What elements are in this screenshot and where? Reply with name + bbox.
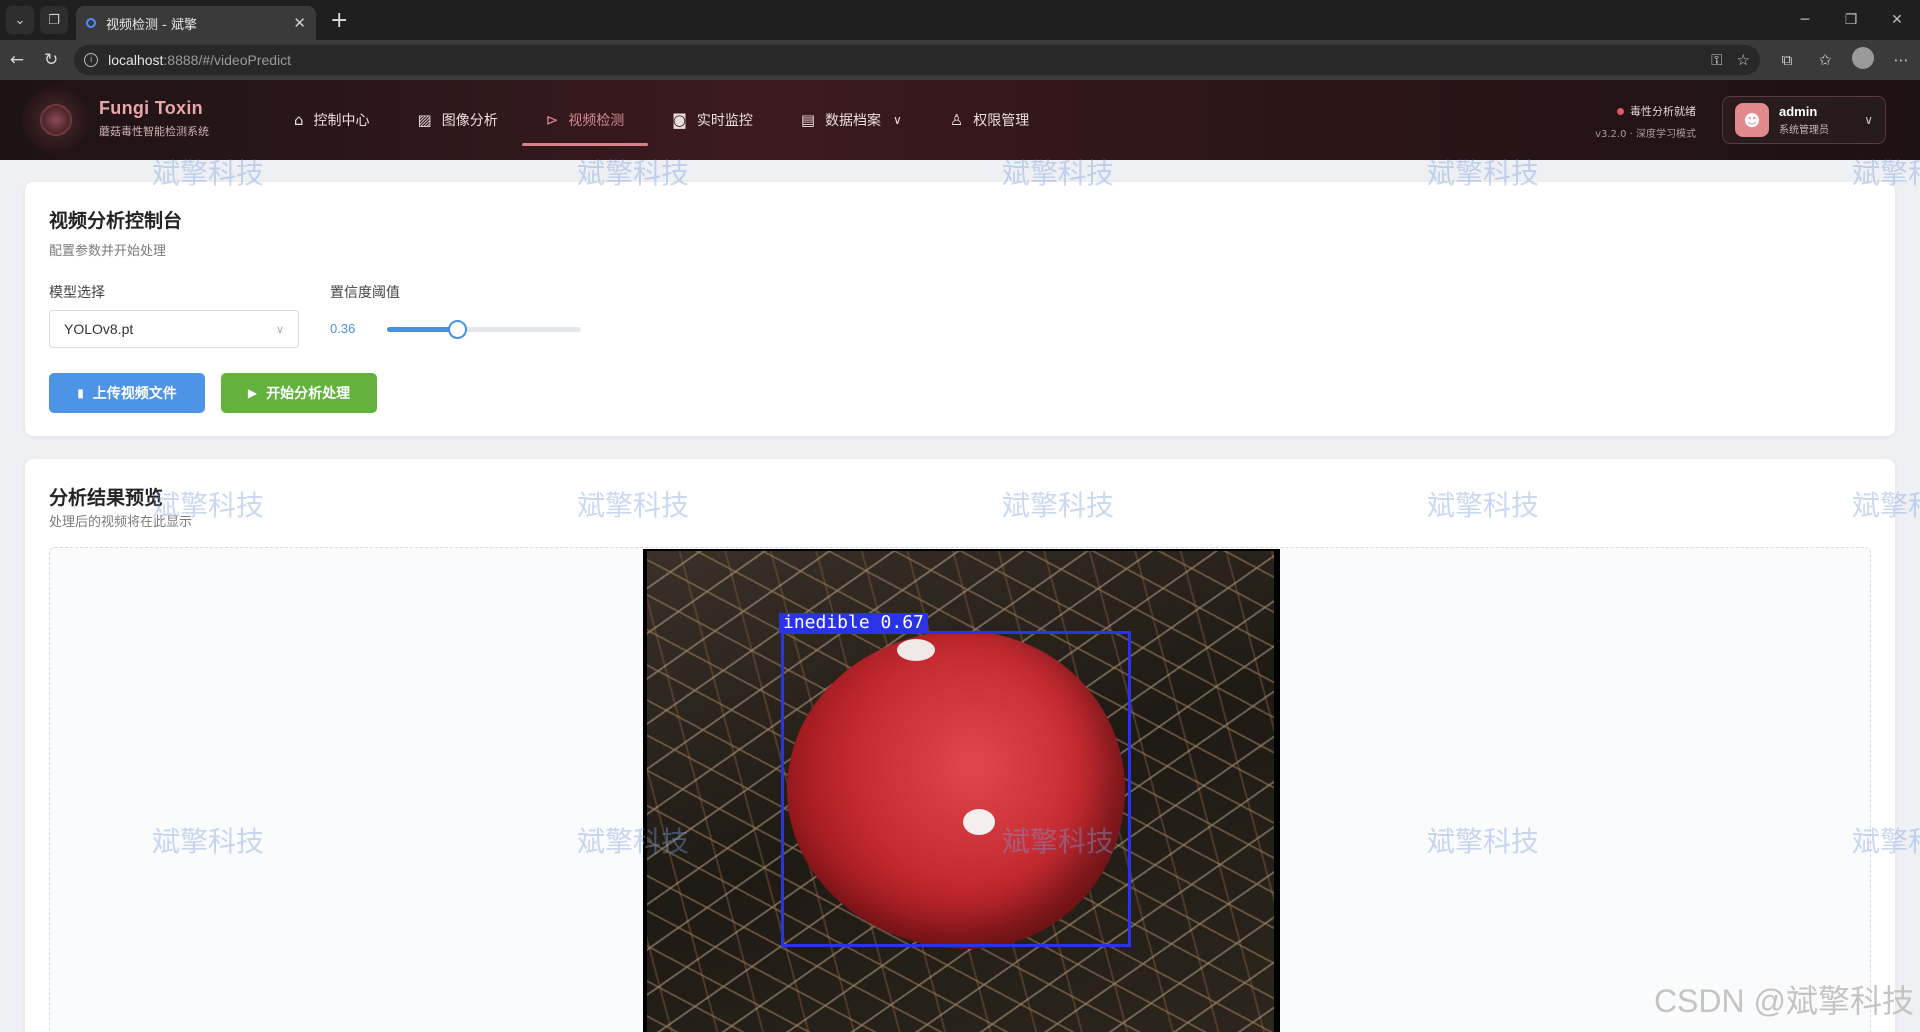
result-video-player[interactable]: inedible 0.67 bbox=[643, 549, 1280, 1032]
extensions-icon[interactable]: ⧉ bbox=[1768, 51, 1806, 69]
model-select-value: YOLOv8.pt bbox=[64, 321, 134, 337]
user-menu[interactable]: ☻ admin 系统管理员 ∨ bbox=[1722, 96, 1886, 144]
brand-subtitle: 蘑菇毒性智能检测系统 bbox=[99, 125, 209, 138]
slider-fill bbox=[387, 327, 457, 332]
nav-dashboard[interactable]: ⌂ 控制中心 bbox=[270, 80, 394, 160]
video-control-panel: 视频分析控制台 配置参数并开始处理 模型选择 YOLOv8.pt ∨ 置信度阈值… bbox=[25, 182, 1895, 436]
confidence-slider[interactable] bbox=[387, 320, 581, 339]
workspaces-icon[interactable]: ❐ bbox=[40, 6, 68, 34]
key-icon[interactable]: ⚿ bbox=[1711, 52, 1722, 69]
app-logo bbox=[22, 86, 90, 154]
detection-label: inedible 0.67 bbox=[779, 613, 928, 633]
window-controls: ─ ❐ ✕ bbox=[1782, 0, 1920, 40]
nav-video-detection[interactable]: ⊳ 视频检测 bbox=[521, 80, 649, 160]
start-analysis-button[interactable]: ▶ 开始分析处理 bbox=[221, 373, 377, 413]
user-avatar-icon: ☻ bbox=[1735, 103, 1769, 137]
back-icon[interactable]: ← bbox=[0, 50, 34, 70]
browser-toolbar: ← ↻ i localhost:8888/#/videoPredict ⚿ ☆ … bbox=[0, 40, 1920, 80]
chevron-down-icon: ∨ bbox=[893, 113, 902, 127]
favorite-star-icon[interactable]: ☆ bbox=[1737, 51, 1750, 69]
play-icon: ▶ bbox=[247, 386, 258, 400]
nav-permissions[interactable]: ♙ 权限管理 bbox=[926, 80, 1053, 160]
tab-favicon-icon bbox=[86, 18, 96, 28]
close-window-icon[interactable]: ✕ bbox=[1874, 12, 1920, 28]
tab-close-icon[interactable]: ✕ bbox=[293, 14, 306, 32]
image-icon: ▨ bbox=[417, 111, 432, 129]
detection-bounding-box bbox=[781, 631, 1131, 947]
version-text: v3.2.0 · 深度学习模式 bbox=[1595, 129, 1696, 140]
more-options-icon[interactable]: ⋯ bbox=[1882, 51, 1920, 69]
panel-subtitle: 配置参数并开始处理 bbox=[49, 244, 167, 259]
results-title: 分析结果预览 bbox=[49, 487, 164, 509]
app-header: Fungi Toxin 蘑菇毒性智能检测系统 ⌂ 控制中心 ▨ 图像分析 ⊳ 视… bbox=[0, 80, 1920, 160]
main-nav: ⌂ 控制中心 ▨ 图像分析 ⊳ 视频检测 ◙ 实时监控 ▤ 数据档案 ∨ ♙ 权… bbox=[270, 80, 1053, 160]
url-path: :8888/#/videoPredict bbox=[163, 52, 292, 68]
reload-icon[interactable]: ↻ bbox=[34, 50, 68, 70]
upload-button-label: 上传视频文件 bbox=[92, 386, 177, 402]
upload-video-button[interactable]: ▮ 上传视频文件 bbox=[49, 373, 205, 413]
nav-label: 图像分析 bbox=[441, 113, 498, 129]
confidence-label: 置信度阈值 bbox=[330, 285, 400, 301]
nav-label: 权限管理 bbox=[973, 113, 1030, 129]
restore-icon[interactable]: ❐ bbox=[1828, 12, 1874, 28]
tab-list-icon[interactable]: ⌄ bbox=[6, 6, 34, 34]
status-dot-icon bbox=[1617, 107, 1624, 115]
chevron-down-icon: ∨ bbox=[275, 323, 284, 336]
browser-tabstrip: ⌄ ❐ 视频检测 - 斌擎 ✕ + ─ ❐ ✕ bbox=[0, 0, 1920, 40]
model-select[interactable]: YOLOv8.pt ∨ bbox=[49, 310, 299, 348]
user-name: admin bbox=[1779, 104, 1818, 119]
system-status: 毒性分析就绪 v3.2.0 · 深度学习模式 bbox=[1595, 103, 1696, 140]
nav-label: 实时监控 bbox=[696, 113, 753, 129]
browser-tab-active[interactable]: 视频检测 - 斌擎 ✕ bbox=[76, 6, 316, 40]
new-tab-icon[interactable]: + bbox=[330, 8, 348, 33]
model-label: 模型选择 bbox=[49, 285, 105, 301]
panel-title: 视频分析控制台 bbox=[49, 210, 183, 232]
user-icon: ♙ bbox=[949, 111, 964, 129]
start-button-label: 开始分析处理 bbox=[266, 386, 351, 402]
home-icon: ⌂ bbox=[294, 111, 304, 129]
minimize-icon[interactable]: ─ bbox=[1782, 12, 1828, 28]
tab-title: 视频检测 - 斌擎 bbox=[106, 17, 197, 33]
play-circle-icon: ⊳ bbox=[545, 111, 559, 129]
address-bar[interactable]: i localhost:8888/#/videoPredict ⚿ ☆ bbox=[74, 45, 1760, 75]
nav-data-archive[interactable]: ▤ 数据档案 ∨ bbox=[777, 80, 926, 160]
chevron-down-icon: ∨ bbox=[1864, 113, 1873, 127]
slider-handle[interactable] bbox=[447, 320, 467, 339]
brand-title: Fungi Toxin bbox=[99, 98, 203, 118]
nav-realtime-monitor[interactable]: ◙ 实时监控 bbox=[648, 80, 777, 160]
nav-label: 视频检测 bbox=[568, 113, 625, 129]
nav-image-analysis[interactable]: ▨ 图像分析 bbox=[394, 80, 522, 160]
user-role: 系统管理员 bbox=[1779, 125, 1829, 136]
mushroom-logo-icon bbox=[40, 104, 72, 136]
nav-label: 控制中心 bbox=[313, 113, 370, 129]
video-frame: inedible 0.67 bbox=[647, 551, 1274, 1032]
nav-label: 数据档案 bbox=[825, 113, 882, 129]
document-icon: ▤ bbox=[800, 111, 816, 129]
confidence-value: 0.36 bbox=[330, 321, 356, 336]
url-host: localhost bbox=[108, 52, 164, 68]
status-text: 毒性分析就绪 bbox=[1630, 105, 1696, 118]
results-subtitle: 处理后的视频将在此显示 bbox=[49, 515, 193, 530]
site-info-icon[interactable]: i bbox=[84, 53, 99, 67]
csdn-watermark: CSDN @斌擎科技 bbox=[1653, 983, 1914, 1019]
profile-avatar-icon[interactable] bbox=[1844, 47, 1882, 73]
camera-icon: ◙ bbox=[672, 111, 687, 129]
file-icon: ▮ bbox=[77, 386, 84, 400]
favorites-icon[interactable]: ✩ bbox=[1806, 51, 1844, 69]
